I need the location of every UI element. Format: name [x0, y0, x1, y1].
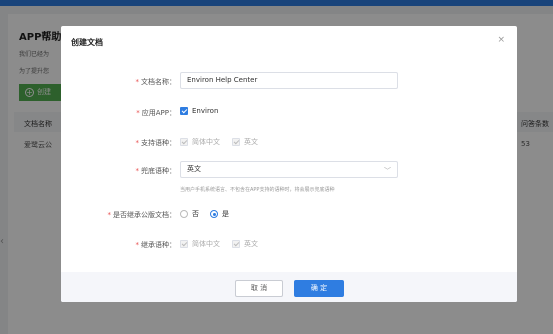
inherit-no-label: 否 — [192, 210, 199, 218]
lang-zh-checkbox[interactable]: 简体中文 — [180, 137, 220, 147]
inherit-no-radio[interactable]: 否 — [180, 209, 199, 219]
inherit-yes-radio[interactable]: 是 — [210, 209, 229, 219]
doc-name-input[interactable]: Environ Help Center — [180, 72, 398, 89]
fallback-lang-select[interactable]: 英文 ﹀ — [180, 161, 398, 178]
radio-icon — [180, 210, 188, 218]
fallback-hint: 当用户手机系统语言、不包含在APP支持的语种时，将会展示兜底语种 — [180, 187, 335, 193]
checkbox-checked-icon — [180, 107, 188, 115]
checkbox-disabled-icon — [180, 240, 188, 248]
inherit-en-label: 英文 — [244, 240, 258, 248]
app-checkbox[interactable]: Environ — [180, 107, 218, 115]
inherit-yes-label: 是 — [222, 210, 229, 218]
close-icon[interactable]: × — [497, 35, 505, 45]
lang-zh-label: 简体中文 — [192, 138, 220, 146]
inherit-zh-label: 简体中文 — [192, 240, 220, 248]
inherit-lang-label: * 继承语种： — [135, 241, 177, 249]
checkbox-disabled-icon — [232, 138, 240, 146]
app-label: * 应用APP： — [136, 109, 176, 117]
dialog-footer — [61, 272, 517, 302]
checkbox-disabled-icon — [232, 240, 240, 248]
dialog-title: 创建文档 — [71, 38, 103, 47]
inherit-zh-checkbox[interactable]: 简体中文 — [180, 239, 220, 249]
inherit-label: * 是否继承公版文档： — [107, 211, 177, 219]
app-name: Environ — [192, 107, 219, 115]
support-lang-label: * 支持语种： — [135, 139, 177, 147]
lang-en-label: 英文 — [244, 138, 258, 146]
checkbox-disabled-icon — [180, 138, 188, 146]
create-doc-dialog: 创建文档 × * 文档名称： Environ Help Center * 应用APP… — [61, 26, 517, 302]
fallback-lang-label: * 兜底语种： — [135, 167, 177, 175]
fallback-lang-value: 英文 — [187, 165, 201, 173]
inherit-en-checkbox[interactable]: 英文 — [232, 239, 258, 249]
radio-selected-icon — [210, 210, 218, 218]
confirm-button[interactable]: 确 定 — [294, 280, 344, 297]
lang-en-checkbox[interactable]: 英文 — [232, 137, 258, 147]
chevron-down-icon: ﹀ — [384, 167, 391, 175]
doc-name-label: * 文档名称： — [135, 78, 177, 86]
cancel-button[interactable]: 取 消 — [235, 280, 283, 297]
